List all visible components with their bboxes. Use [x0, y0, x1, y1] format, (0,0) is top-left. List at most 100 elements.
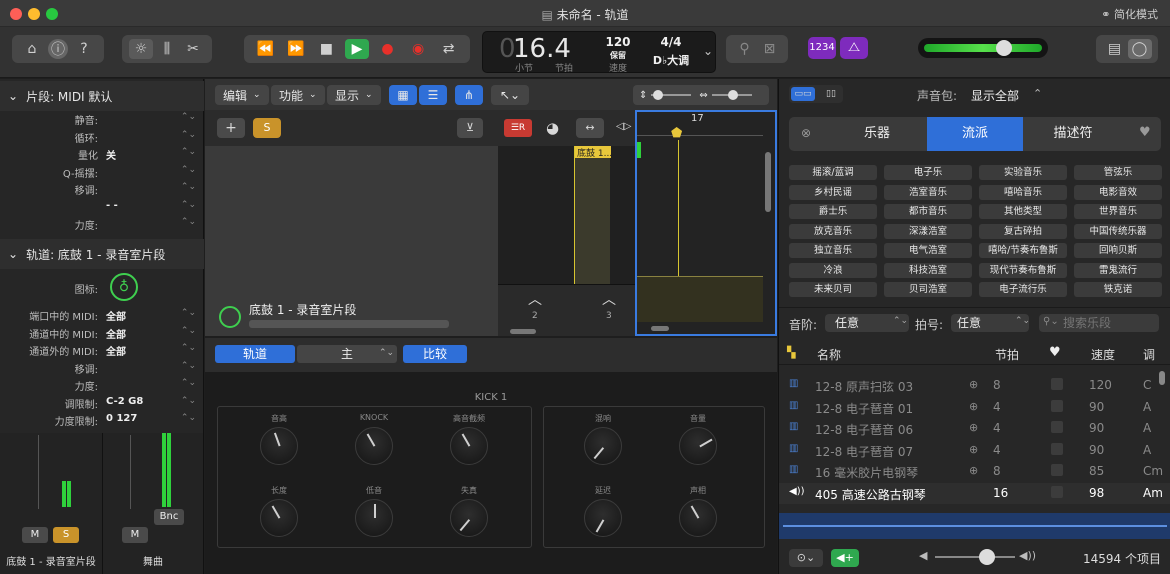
knob[interactable]: [260, 499, 298, 537]
genre-tag[interactable]: 浩室音乐: [884, 184, 972, 200]
global-solo-button[interactable]: S: [253, 118, 281, 138]
genre-tag[interactable]: 现代节奏布鲁斯: [979, 262, 1067, 278]
inspector-row[interactable]: 量化关 ⌃⌄: [0, 147, 204, 164]
simplify-mode-button[interactable]: ⚭ 简化模式: [1101, 6, 1158, 22]
tab-descriptor[interactable]: 描述符: [1025, 119, 1121, 149]
loop-row[interactable]: ▥ 12-8 原声扫弦 03 ⊕ 8 120 C: [779, 375, 1170, 396]
lcd-display[interactable]: 0 16.4 小节 节拍 120 保留 速度 4/4 D♭大调 ⌄: [482, 31, 716, 74]
rewind-icon[interactable]: ⏪: [253, 39, 277, 59]
chevron-up-icon[interactable]: ︿: [602, 289, 616, 309]
cycle-icon[interactable]: ⇄: [437, 39, 461, 59]
sound-pack-select[interactable]: 显示全部: [971, 87, 1019, 104]
smart-controls-icon[interactable]: ☼: [129, 39, 153, 59]
edit-menu[interactable]: 编辑 ⌄: [215, 85, 269, 105]
volume-knob[interactable]: [996, 40, 1012, 56]
pie-icon[interactable]: ◕: [546, 119, 559, 137]
genre-tag[interactable]: 世界音乐: [1074, 204, 1162, 219]
add-track-button[interactable]: +: [217, 118, 245, 138]
tab-track[interactable]: 轨道: [215, 345, 295, 363]
knob[interactable]: [355, 499, 393, 537]
genre-tag[interactable]: 电子流行乐: [979, 282, 1067, 297]
knob[interactable]: [584, 427, 622, 465]
download-circle-icon[interactable]: ⊕: [969, 378, 978, 391]
genre-tag[interactable]: 独立音乐: [789, 243, 877, 258]
clear-icon[interactable]: ⊗: [801, 126, 811, 140]
knob[interactable]: [584, 499, 622, 537]
genre-tag[interactable]: 雷鬼流行: [1074, 262, 1162, 278]
stepper-icon[interactable]: ⌃⌄: [379, 348, 394, 358]
genre-tag[interactable]: 实验音乐: [979, 165, 1067, 180]
inspector-row[interactable]: 力度: ⌃⌄: [0, 217, 204, 234]
genre-tag[interactable]: 回响贝斯: [1074, 243, 1162, 258]
stop-icon[interactable]: ■: [314, 39, 338, 59]
genre-tag[interactable]: 贝司浩室: [884, 282, 972, 297]
preview-speaker-icon[interactable]: ◀+: [831, 549, 859, 567]
genre-tag[interactable]: 铁克诺: [1074, 282, 1162, 297]
genre-tag[interactable]: 摇滚/蓝调: [789, 165, 877, 180]
notes-icon[interactable]: ▤: [1103, 39, 1127, 59]
master-mute-button[interactable]: M: [122, 527, 148, 543]
genre-tag[interactable]: 爵士乐: [789, 204, 877, 219]
catch-icon[interactable]: ⋔: [455, 85, 483, 105]
master-volume-slider[interactable]: [918, 38, 1048, 58]
genre-tag[interactable]: 深漾浩室: [884, 223, 972, 239]
record-button[interactable]: ●: [376, 39, 400, 59]
heart-icon[interactable]: ♥: [1139, 125, 1151, 140]
genre-tag[interactable]: 都市音乐: [884, 204, 972, 219]
inspector-row[interactable]: 静音: ⌃⌄: [0, 112, 204, 129]
favorite-checkbox[interactable]: [1051, 399, 1063, 412]
download-icon[interactable]: ⊻: [457, 118, 483, 138]
download-circle-icon[interactable]: ⊕: [969, 464, 978, 477]
more-options-icon[interactable]: ⊙⌄: [789, 549, 823, 567]
inspector-row[interactable]: 端口中的 MIDI: 全部 ⌃⌄: [0, 308, 204, 325]
loop-row[interactable]: ◀)) 405 高速公路古钢琴 16 98 Am: [779, 482, 1170, 504]
knob[interactable]: [450, 427, 488, 465]
download-circle-icon[interactable]: ⊕: [969, 421, 978, 434]
knob[interactable]: [450, 499, 488, 537]
capture-recording-icon[interactable]: ◉: [406, 39, 430, 59]
favorite-column-icon[interactable]: ♥: [1049, 345, 1061, 360]
chevron-up-icon[interactable]: ︿: [528, 289, 542, 309]
knob[interactable]: [260, 427, 298, 465]
region-inspector-header[interactable]: ⌄ 片段: MIDI 默认: [0, 81, 204, 111]
inspector-row[interactable]: 调限制: C-2 G8 ⌃⌄: [0, 396, 204, 413]
genre-tag[interactable]: 管弦乐: [1074, 165, 1162, 180]
grid-view-icon[interactable]: ▦: [389, 85, 417, 105]
track-controls-strip[interactable]: [249, 320, 449, 328]
knob[interactable]: [679, 499, 717, 537]
count-in-button[interactable]: 1234: [808, 37, 836, 59]
midi-region[interactable]: 底鼓 1...: [574, 146, 611, 284]
vertical-scrollbar[interactable]: [765, 152, 771, 212]
expand-icon[interactable]: ◁▷: [616, 121, 631, 132]
waveform-preview[interactable]: [779, 513, 1170, 539]
col-name[interactable]: 名称: [817, 346, 841, 363]
track-inspector-header[interactable]: ⌄ 轨道: 底鼓 1 - 录音室片段: [0, 239, 204, 269]
inspector-row[interactable]: 通道中的 MIDI: 全部 ⌃⌄: [0, 326, 204, 343]
button-view-icon[interactable]: ▭▭: [791, 87, 815, 101]
library-icon[interactable]: ⌂: [20, 39, 44, 59]
download-circle-icon[interactable]: ⊕: [969, 400, 978, 413]
genre-tag[interactable]: 电气浩室: [884, 243, 972, 258]
drum-icon[interactable]: ♁: [110, 273, 138, 301]
functions-menu[interactable]: 功能 ⌄: [271, 85, 325, 105]
loop-browser-icon[interactable]: ◯: [1127, 39, 1152, 59]
play-button[interactable]: ▶: [344, 39, 369, 59]
inspector-row[interactable]: 力度限制: 0 127 ⌃⌄: [0, 413, 204, 430]
genre-tag[interactable]: 复古碎拍: [979, 223, 1067, 239]
inspector-row[interactable]: 力度: ⌃⌄: [0, 378, 204, 395]
loop-list-scrollbar[interactable]: [1159, 371, 1165, 385]
vertical-zoom-slider[interactable]: [651, 90, 692, 100]
inspector-row[interactable]: 移调: ⌃⌄: [0, 182, 204, 199]
metronome-icon[interactable]: ⧍: [840, 37, 868, 59]
inspector-row[interactable]: 循环: ⌃⌄: [0, 130, 204, 147]
genre-tag[interactable]: 其他类型: [979, 204, 1067, 219]
genre-tag[interactable]: 乡村民谣: [789, 184, 877, 200]
knob[interactable]: [355, 427, 393, 465]
download-circle-icon[interactable]: ⊕: [969, 443, 978, 456]
replace-icon[interactable]: ⊠: [758, 39, 782, 59]
track-icon-row[interactable]: 图标: ♁: [0, 273, 204, 301]
genre-tag[interactable]: 未来贝司: [789, 282, 877, 297]
editor-h-scrollbar[interactable]: [651, 326, 669, 331]
list-view-icon[interactable]: ☰: [419, 85, 447, 105]
loop-row[interactable]: ▥ 16 毫米胶片电钢琴 ⊕ 8 85 Cm: [779, 461, 1170, 482]
